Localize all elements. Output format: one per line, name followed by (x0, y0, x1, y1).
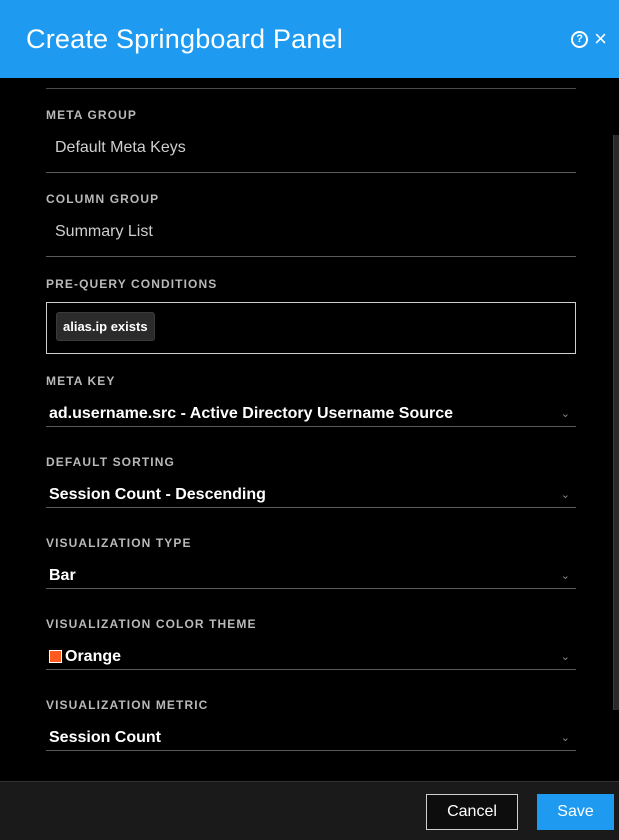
default-sorting-value: Session Count - Descending (49, 485, 266, 503)
visualization-metric-field: VISUALIZATION METRIC Session Count ⌄ (46, 698, 576, 751)
visualization-type-field: VISUALIZATION TYPE Bar ⌄ (46, 536, 576, 589)
create-springboard-panel-dialog: Create Springboard Panel ? × META GROUP … (0, 0, 619, 840)
visualization-color-theme-value: Orange (65, 647, 122, 665)
visualization-color-theme-select[interactable]: Orange ⌄ (46, 644, 576, 670)
visualization-color-theme-label: VISUALIZATION COLOR THEME (46, 617, 257, 631)
visualization-type-label: VISUALIZATION TYPE (46, 536, 192, 550)
save-button[interactable]: Save (537, 794, 614, 830)
chevron-down-icon: ⌄ (560, 408, 570, 420)
help-icon[interactable]: ? (571, 30, 589, 48)
divider (46, 172, 576, 173)
meta-key-value: ad.username.src - Active Directory Usern… (49, 404, 454, 422)
header-icons: ? × (571, 28, 607, 50)
scrollbar[interactable] (613, 135, 619, 710)
pre-query-conditions-input[interactable]: alias.ip exists (46, 302, 576, 354)
chevron-down-icon: ⌄ (560, 732, 570, 744)
divider (46, 88, 576, 89)
chevron-down-icon: ⌄ (560, 651, 570, 663)
condition-pill[interactable]: alias.ip exists (56, 312, 155, 341)
pre-query-conditions-label: PRE-QUERY CONDITIONS (46, 277, 218, 291)
dialog-header: Create Springboard Panel ? × (0, 0, 619, 78)
cancel-button[interactable]: Cancel (426, 794, 518, 830)
visualization-type-select[interactable]: Bar ⌄ (46, 563, 576, 589)
pre-query-conditions-field: PRE-QUERY CONDITIONS alias.ip exists (46, 277, 576, 354)
visualization-metric-select[interactable]: Session Count ⌄ (46, 725, 576, 751)
default-sorting-select[interactable]: Session Count - Descending ⌄ (46, 482, 576, 508)
default-sorting-label: DEFAULT SORTING (46, 455, 175, 469)
column-group-field: COLUMN GROUP Summary List (46, 192, 576, 257)
visualization-color-theme-field: VISUALIZATION COLOR THEME Orange ⌄ (46, 617, 576, 670)
dialog-footer: Cancel Save (0, 781, 619, 840)
divider (46, 256, 576, 257)
meta-key-label: META KEY (46, 374, 116, 388)
chevron-down-icon: ⌄ (560, 570, 570, 582)
column-group-label: COLUMN GROUP (46, 192, 160, 206)
close-icon[interactable]: × (594, 28, 607, 50)
color-swatch (49, 650, 62, 663)
meta-group-label: META GROUP (46, 108, 137, 122)
visualization-metric-label: VISUALIZATION METRIC (46, 698, 209, 712)
visualization-metric-value: Session Count (49, 728, 162, 746)
visualization-type-value: Bar (49, 566, 76, 584)
meta-group-value: Default Meta Keys (55, 139, 186, 156)
dialog-body: META GROUP Default Meta Keys COLUMN GROU… (0, 78, 619, 781)
chevron-down-icon: ⌄ (560, 489, 570, 501)
default-sorting-field: DEFAULT SORTING Session Count - Descendi… (46, 455, 576, 508)
meta-key-field: META KEY ad.username.src - Active Direct… (46, 374, 576, 427)
meta-group-field: META GROUP Default Meta Keys (46, 108, 576, 173)
dialog-title: Create Springboard Panel (26, 23, 344, 54)
column-group-value: Summary List (55, 223, 153, 240)
meta-key-select[interactable]: ad.username.src - Active Directory Usern… (46, 401, 576, 427)
